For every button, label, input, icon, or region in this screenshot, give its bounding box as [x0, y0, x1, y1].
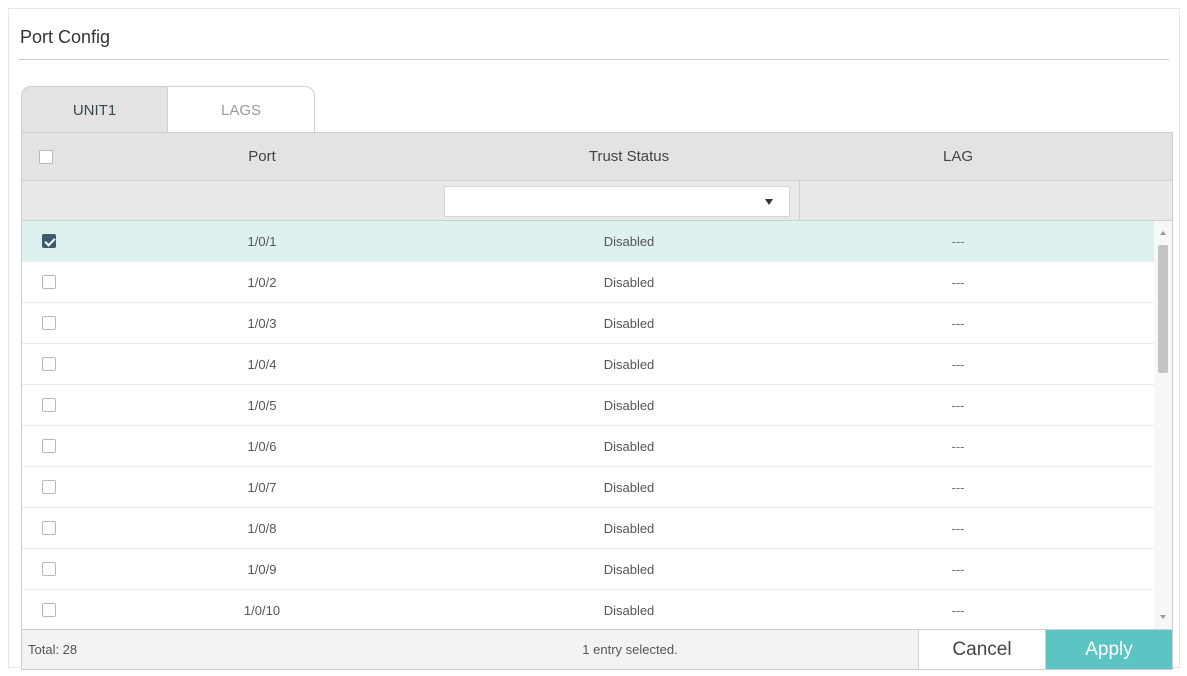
- row-checkbox-cell: [42, 590, 56, 629]
- row-checkbox-cell: [42, 467, 56, 507]
- port-cell: 1/0/8: [247, 520, 277, 536]
- tab-bar: UNIT1 LAGS: [21, 86, 315, 133]
- port-cell: 1/0/2: [247, 274, 277, 290]
- row-checkbox[interactable]: [42, 398, 56, 412]
- lag-cell: ---: [951, 397, 965, 413]
- trust-status-cell: Disabled: [603, 233, 655, 249]
- header-select-all-cell: [36, 133, 56, 180]
- trust-status-cell: Disabled: [603, 561, 655, 577]
- port-cell: 1/0/1: [247, 233, 277, 249]
- row-checkbox[interactable]: [42, 521, 56, 535]
- panel-title: Port Config: [20, 27, 111, 47]
- port-cell: 1/0/5: [247, 397, 277, 413]
- lag-cell: ---: [951, 274, 965, 290]
- table-row[interactable]: 1/0/9 Disabled ---: [22, 549, 1154, 590]
- trust-status-cell: Disabled: [603, 274, 655, 290]
- row-checkbox-cell: [42, 221, 56, 261]
- table-header: Port Trust Status LAG: [22, 133, 1172, 181]
- apply-button[interactable]: Apply: [1046, 630, 1172, 669]
- filter-row: [22, 181, 1172, 221]
- lag-cell: ---: [951, 602, 965, 618]
- trust-status-cell: Disabled: [603, 438, 655, 454]
- scroll-down-icon[interactable]: [1160, 615, 1166, 619]
- row-checkbox-cell: [42, 262, 56, 302]
- lag-cell: ---: [951, 479, 965, 495]
- row-checkbox[interactable]: [42, 480, 56, 494]
- table-row[interactable]: 1/0/5 Disabled ---: [22, 385, 1154, 426]
- tab-unit1[interactable]: UNIT1: [21, 86, 168, 133]
- row-checkbox-cell: [42, 303, 56, 343]
- trust-status-cell: Disabled: [603, 315, 655, 331]
- port-cell: 1/0/7: [247, 479, 277, 495]
- table-row[interactable]: 1/0/6 Disabled ---: [22, 426, 1154, 467]
- row-checkbox-cell: [42, 344, 56, 384]
- vertical-scrollbar[interactable]: [1154, 221, 1172, 629]
- tab-lags[interactable]: LAGS: [168, 86, 315, 133]
- row-checkbox[interactable]: [42, 275, 56, 289]
- table-row[interactable]: 1/0/10 Disabled ---: [22, 590, 1154, 629]
- total-count: Total: 28: [28, 642, 78, 657]
- port-cell: 1/0/3: [247, 315, 277, 331]
- title-divider: [19, 59, 1169, 60]
- row-checkbox-cell: [42, 549, 56, 589]
- row-checkbox[interactable]: [42, 357, 56, 371]
- table-row[interactable]: 1/0/8 Disabled ---: [22, 508, 1154, 549]
- lag-cell: ---: [951, 233, 965, 249]
- port-table: Port Trust Status LAG 1/0/1 Disabled --- 1/…: [21, 132, 1173, 670]
- header-lag[interactable]: LAG: [878, 133, 1038, 180]
- lag-cell: ---: [951, 561, 965, 577]
- port-config-panel: Port Config UNIT1 LAGS Port Trust Status…: [8, 8, 1180, 670]
- table-row[interactable]: 1/0/2 Disabled ---: [22, 262, 1154, 303]
- port-cell: 1/0/10: [243, 602, 281, 618]
- port-cell: 1/0/9: [247, 561, 277, 577]
- selection-status: 1 entry selected.: [582, 642, 678, 657]
- filter-divider: [799, 181, 800, 221]
- port-cell: 1/0/4: [247, 356, 277, 372]
- table-row[interactable]: 1/0/7 Disabled ---: [22, 467, 1154, 508]
- table-row[interactable]: 1/0/3 Disabled ---: [22, 303, 1154, 344]
- row-checkbox[interactable]: [42, 439, 56, 453]
- row-checkbox[interactable]: [42, 234, 56, 248]
- table-row[interactable]: 1/0/1 Disabled ---: [22, 221, 1154, 262]
- trust-status-select[interactable]: [444, 186, 790, 217]
- trust-status-cell: Disabled: [603, 479, 655, 495]
- chevron-down-icon: [765, 199, 773, 205]
- scrollbar-thumb[interactable]: [1158, 245, 1168, 373]
- lag-cell: ---: [951, 438, 965, 454]
- lag-cell: ---: [951, 520, 965, 536]
- row-checkbox[interactable]: [42, 562, 56, 576]
- row-checkbox-cell: [42, 385, 56, 425]
- lag-cell: ---: [951, 315, 965, 331]
- row-checkbox-cell: [42, 426, 56, 466]
- row-checkbox[interactable]: [42, 603, 56, 617]
- trust-status-cell: Disabled: [603, 356, 655, 372]
- row-checkbox[interactable]: [42, 316, 56, 330]
- scroll-up-icon[interactable]: [1160, 231, 1166, 235]
- row-checkbox-cell: [42, 508, 56, 548]
- header-port[interactable]: Port: [182, 133, 342, 180]
- cancel-button[interactable]: Cancel: [918, 630, 1046, 669]
- header-trust-status[interactable]: Trust Status: [549, 133, 709, 180]
- table-body: 1/0/1 Disabled --- 1/0/2 Disabled --- 1/0/3 Dis…: [22, 221, 1154, 629]
- trust-status-cell: Disabled: [603, 602, 655, 618]
- lag-cell: ---: [951, 356, 965, 372]
- trust-status-cell: Disabled: [603, 397, 655, 413]
- port-cell: 1/0/6: [247, 438, 277, 454]
- table-footer: Total: 28 1 entry selected. Cancel Apply: [22, 629, 1172, 669]
- trust-status-cell: Disabled: [603, 520, 655, 536]
- table-row[interactable]: 1/0/4 Disabled ---: [22, 344, 1154, 385]
- select-all-checkbox[interactable]: [39, 149, 53, 164]
